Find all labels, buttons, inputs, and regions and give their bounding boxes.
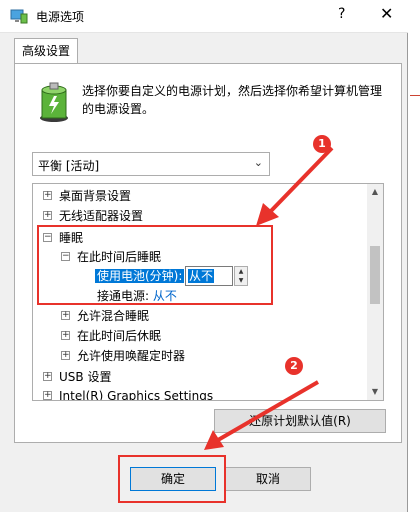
arrow-2-line [216,380,320,442]
annotation-arrows [204,146,334,450]
step-badge-1: 1 [313,135,331,153]
arrow-1-line [268,146,334,214]
step-badge-2: 2 [285,357,303,375]
